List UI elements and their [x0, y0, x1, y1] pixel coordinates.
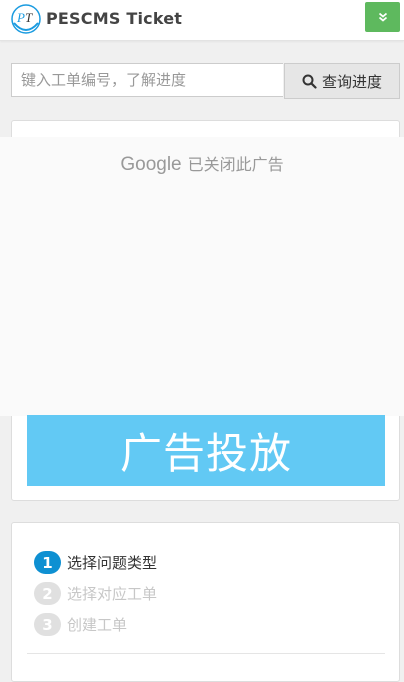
top-header: P T PESCMS Ticket: [0, 0, 404, 41]
step-number: 3: [34, 613, 61, 636]
step-label: 创建工单: [67, 616, 128, 634]
search-icon: [302, 74, 317, 89]
double-chevron-down-icon: [378, 12, 387, 22]
closed-ad-slot: Google 已关闭此广告: [0, 137, 404, 416]
brand-title[interactable]: PESCMS Ticket: [46, 9, 182, 28]
step-1: 1 选择问题类型: [34, 551, 157, 574]
ad-closed-text: 已关闭此广告: [187, 155, 284, 174]
svg-text:P: P: [16, 10, 25, 25]
step-number: 1: [34, 551, 61, 574]
step-2: 2 选择对应工单: [34, 582, 157, 605]
query-progress-label: 查询进度: [321, 72, 382, 91]
query-progress-button[interactable]: 查询进度: [284, 63, 400, 99]
step-label: 选择问题类型: [67, 554, 158, 572]
divider: [27, 653, 385, 654]
ticket-number-input[interactable]: [11, 63, 283, 97]
pescms-logo: P T: [11, 4, 41, 34]
step-number: 2: [34, 582, 61, 605]
step-3: 3 创建工单: [34, 613, 127, 636]
step-label: 选择对应工单: [67, 585, 158, 603]
ad-closed-notice: Google 已关闭此广告: [0, 151, 404, 176]
ad-banner[interactable]: 广告投放: [27, 415, 385, 486]
google-label: Google: [120, 154, 182, 175]
svg-text:T: T: [25, 10, 33, 25]
menu-toggle-button[interactable]: [365, 2, 400, 32]
